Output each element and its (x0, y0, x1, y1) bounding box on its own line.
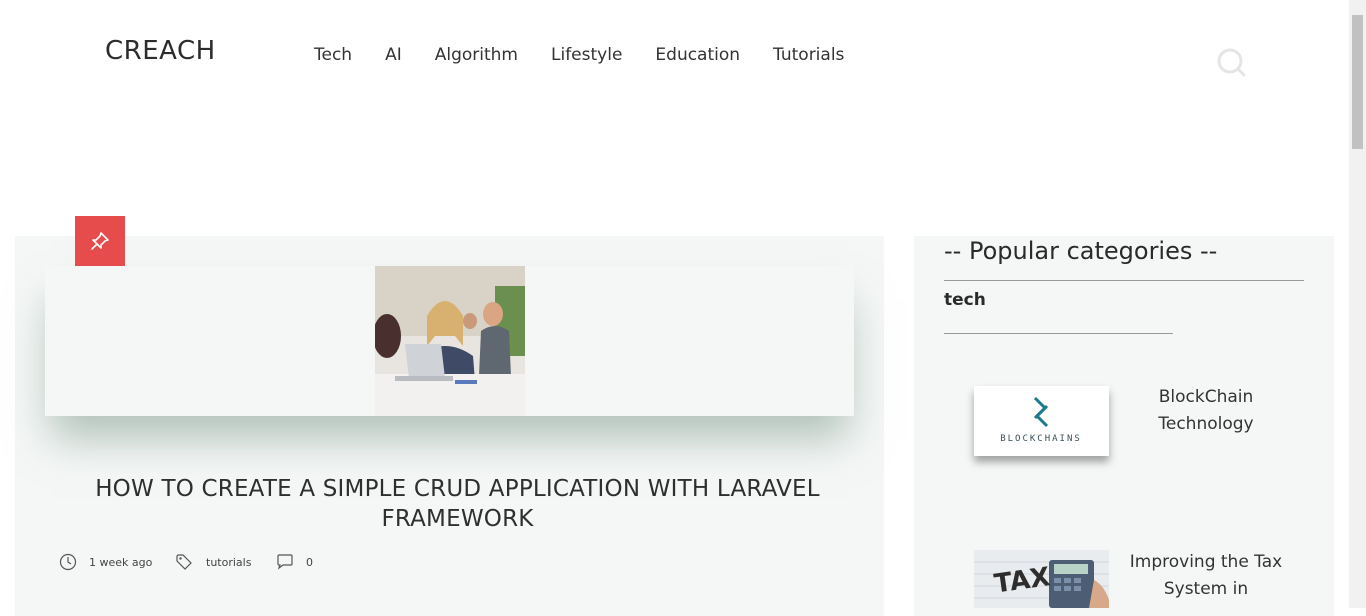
nav-item-ai[interactable]: AI (385, 45, 402, 65)
nav-item-tutorials[interactable]: Tutorials (773, 45, 844, 65)
sidebar-divider (944, 280, 1304, 281)
post-thumbnail[interactable] (375, 266, 525, 416)
scrollbar-thumb[interactable] (1352, 15, 1363, 149)
clock-icon (59, 553, 77, 571)
tax-thumbnail[interactable]: TAX (974, 550, 1109, 608)
post-comment-count[interactable]: 0 (306, 556, 313, 569)
sidebar-heading: -- Popular categories -- (944, 237, 1218, 265)
nav-item-tech[interactable]: Tech (314, 45, 352, 65)
nav-item-lifestyle[interactable]: Lifestyle (551, 45, 622, 65)
post-tag[interactable]: tutorials (176, 553, 251, 571)
blockchain-thumbnail[interactable]: BLOCKCHAINS (974, 386, 1109, 456)
sidebar-category-tech[interactable]: tech (944, 290, 986, 310)
page-scrollbar[interactable] (1349, 0, 1366, 608)
post-comments[interactable]: 0 (276, 553, 313, 571)
post-title[interactable]: HOW TO CREATE A SIMPLE CRUD APPLICATION … (45, 474, 870, 534)
post-image-card[interactable] (45, 266, 854, 416)
comment-icon (277, 554, 293, 570)
post-tag-text[interactable]: tutorials (206, 556, 251, 569)
post-date-text: 1 week ago (89, 555, 153, 569)
main-nav: Tech AI Algorithm Lifestyle Education Tu… (314, 45, 877, 65)
sidebar-item-blockchain[interactable]: BlockChain Technology (1128, 384, 1284, 438)
blockchain-logo-text: BLOCKCHAINS (1000, 434, 1082, 444)
search-icon[interactable] (1216, 47, 1246, 77)
pin-icon (91, 232, 109, 250)
sidebar-item-tax[interactable]: Improving the Tax System in (1128, 549, 1284, 603)
sidebar-category-divider (944, 333, 1173, 334)
tag-icon (176, 554, 192, 570)
post-date: 1 week ago (59, 553, 152, 571)
sticky-post-badge (75, 216, 125, 266)
nav-item-algorithm[interactable]: Algorithm (435, 45, 518, 65)
nav-item-education[interactable]: Education (655, 45, 740, 65)
site-logo[interactable]: CREACH (105, 36, 216, 66)
